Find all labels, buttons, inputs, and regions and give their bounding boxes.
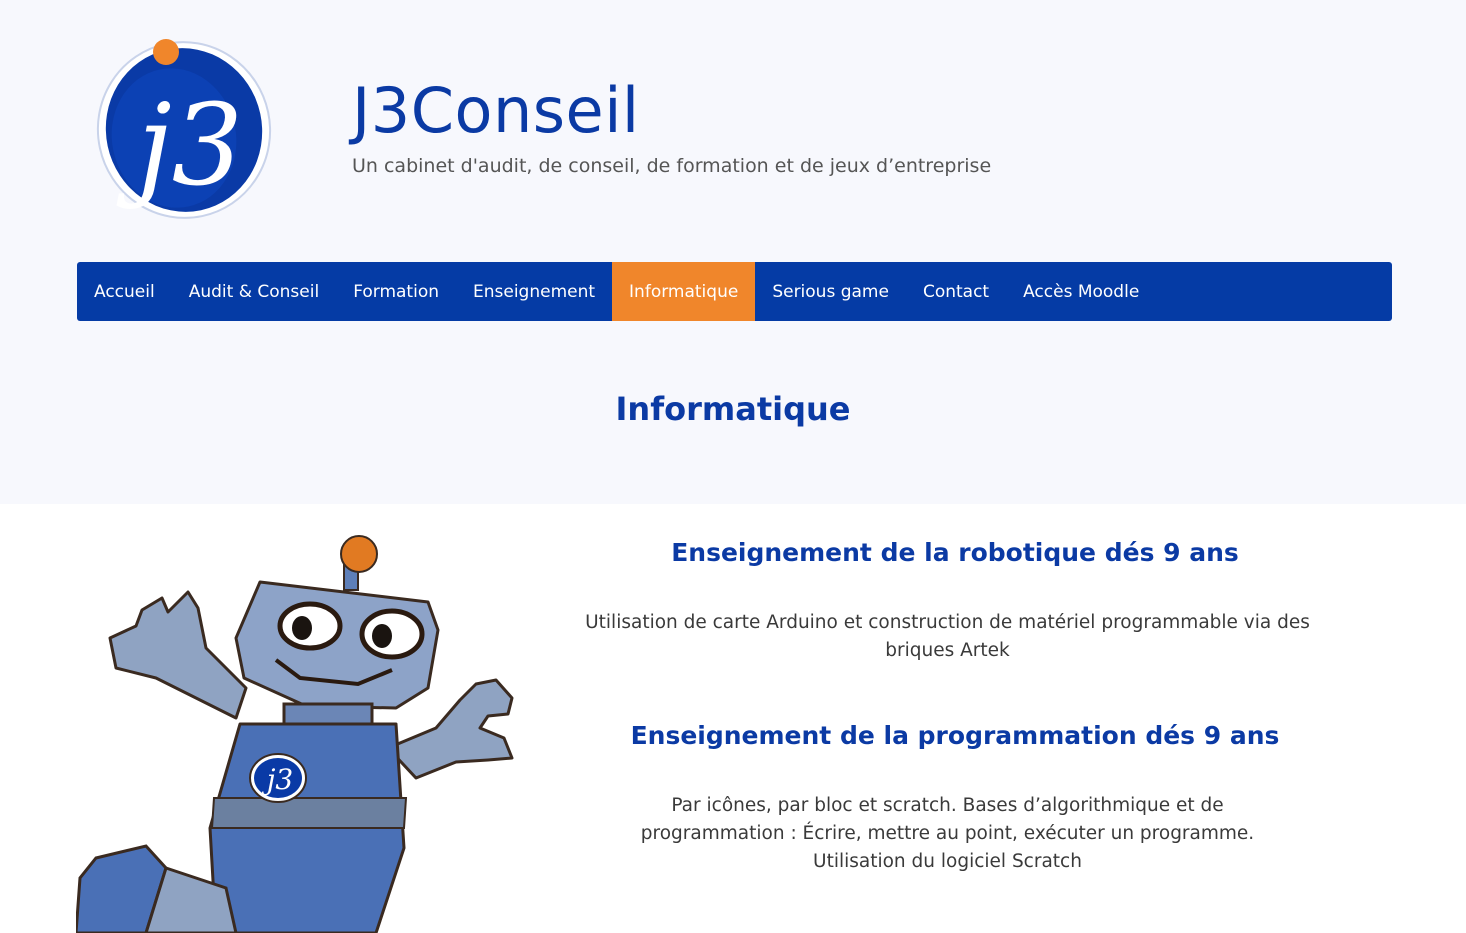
nav-item-contact[interactable]: Contact: [906, 262, 1006, 321]
section-heading-robotique: Enseignement de la robotique dés 9 ans: [671, 538, 1239, 567]
nav-item-accueil[interactable]: Accueil: [77, 262, 172, 321]
section-text-programmation: Par icônes, par bloc et scratch. Bases d…: [640, 795, 1255, 872]
site-tagline: Un cabinet d'audit, de conseil, de forma…: [352, 155, 992, 177]
nav-item-acces-moodle[interactable]: Accès Moodle: [1006, 262, 1156, 321]
nav-item-enseignement[interactable]: Enseignement: [456, 262, 612, 321]
robot-illustration: j3: [76, 535, 514, 933]
nav-item-serious-game[interactable]: Serious game: [755, 262, 906, 321]
nav-item-informatique[interactable]: Informatique: [612, 262, 756, 321]
j3-logo[interactable]: j3: [92, 34, 276, 220]
page-title: Informatique: [615, 390, 851, 428]
section-text-robotique: Utilisation de carte Arduino et construc…: [585, 612, 1310, 661]
nav-item-audit-conseil[interactable]: Audit & Conseil: [172, 262, 336, 321]
main-nav: Accueil Audit & Conseil Formation Enseig…: [77, 262, 1392, 321]
section-heading-programmation: Enseignement de la programmation dés 9 a…: [630, 721, 1280, 750]
nav-item-formation[interactable]: Formation: [336, 262, 456, 321]
site-title[interactable]: J3Conseil: [352, 74, 640, 147]
